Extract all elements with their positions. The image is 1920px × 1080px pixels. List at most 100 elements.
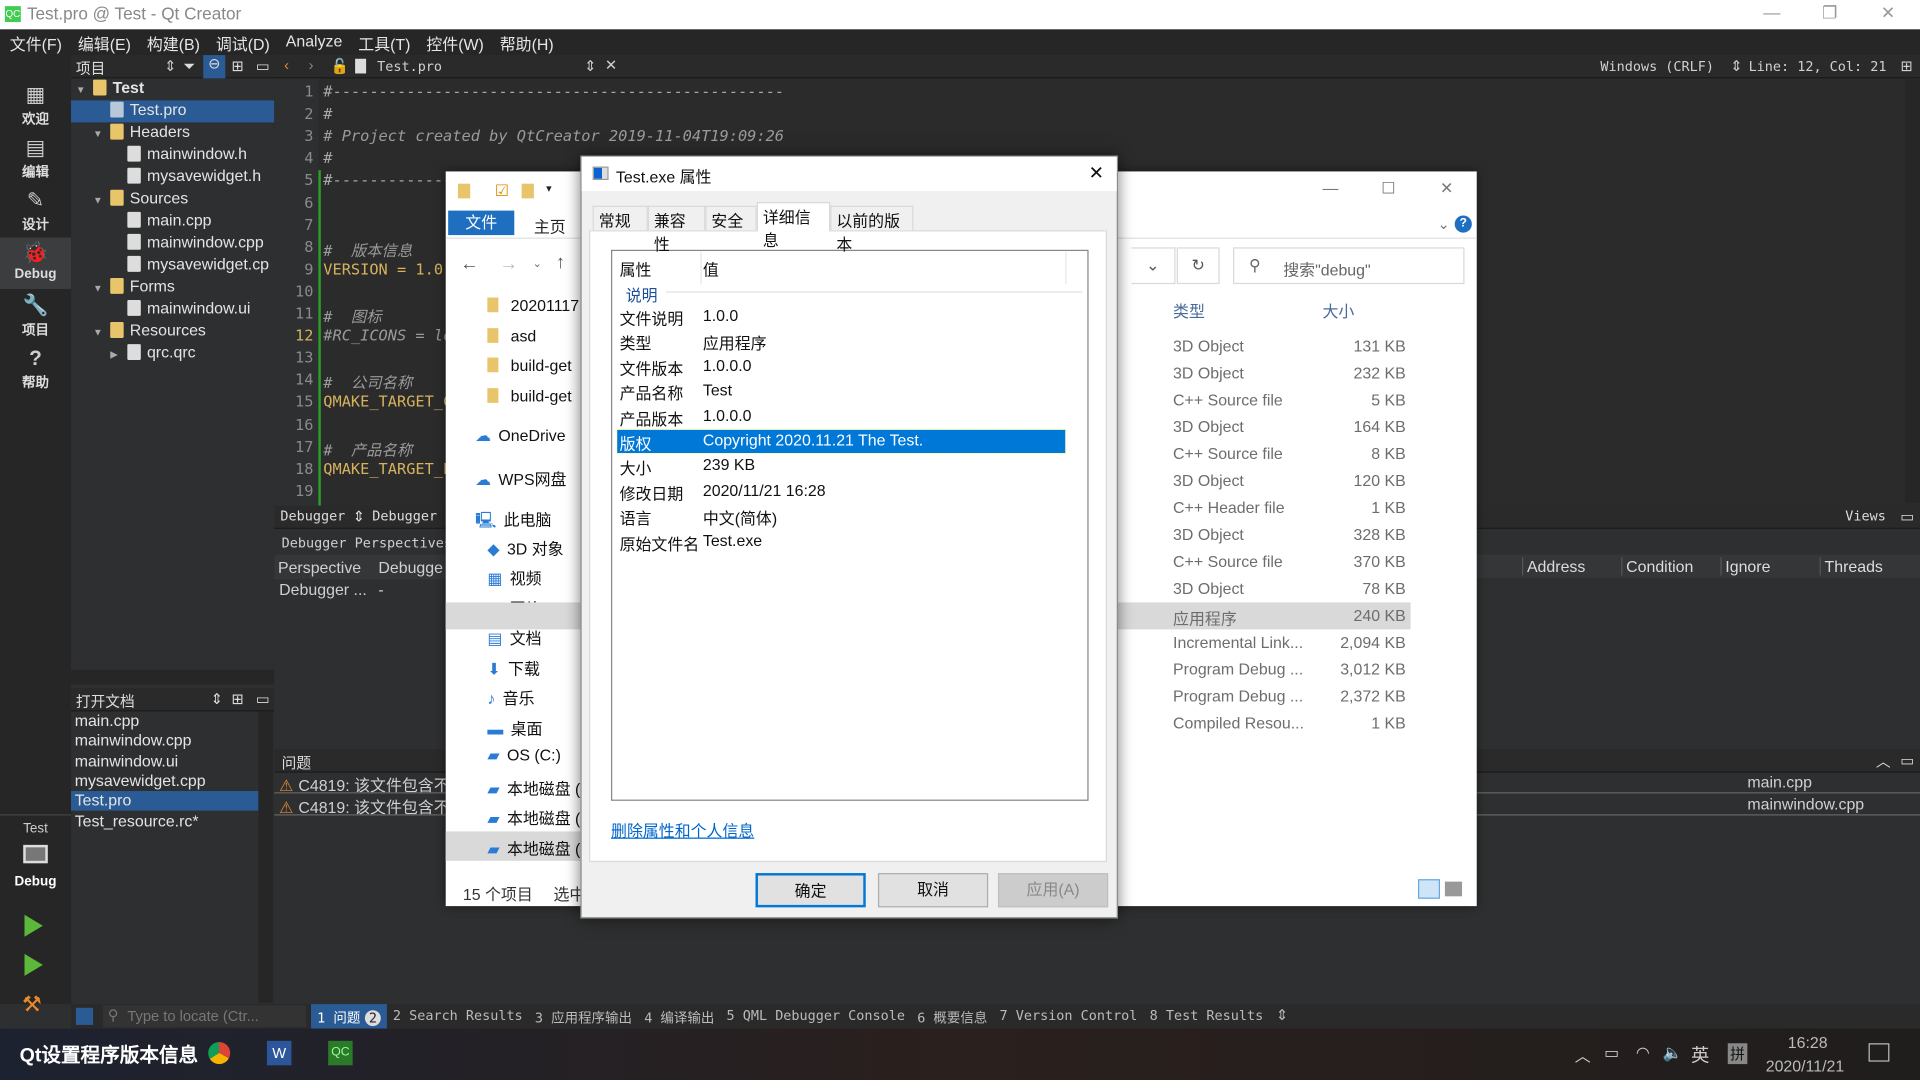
close-pane-icon[interactable]: ▭ bbox=[256, 691, 270, 708]
split-icon[interactable]: ⊞ bbox=[231, 691, 243, 708]
code-line[interactable]: # 公司名称 bbox=[323, 370, 412, 393]
refresh-icon[interactable]: ↻ bbox=[1176, 247, 1220, 285]
lock-icon[interactable]: 🔓 bbox=[331, 58, 349, 75]
kit-config[interactable]: Debug bbox=[0, 874, 71, 889]
column-address[interactable]: Address bbox=[1522, 557, 1585, 576]
close-pane-icon[interactable]: ▭ bbox=[256, 58, 270, 75]
column-size[interactable]: 大小 bbox=[1322, 299, 1354, 322]
tree-item[interactable]: mysavewidget.h bbox=[71, 167, 274, 189]
ribbon-tab-file[interactable]: 文件 bbox=[448, 210, 515, 236]
column-ignore[interactable]: Ignore bbox=[1720, 557, 1770, 576]
toggle-sidebar-button[interactable] bbox=[75, 1007, 94, 1025]
property-row[interactable]: 大小 239 KB bbox=[617, 455, 1065, 478]
close-pane-icon[interactable]: ▭ bbox=[1900, 752, 1914, 769]
horizontal-scrollbar[interactable] bbox=[71, 669, 275, 685]
line-ending-selector[interactable]: Windows (CRLF) bbox=[1600, 59, 1714, 75]
expanded-arrow-icon[interactable]: ▼ bbox=[93, 129, 110, 140]
output-tab[interactable]: 2 Search Results bbox=[387, 1004, 529, 1028]
split-icon[interactable]: ⊞ bbox=[1900, 58, 1912, 75]
large-icons-view-button[interactable] bbox=[1444, 881, 1463, 897]
collapsed-arrow-icon[interactable]: ▶ bbox=[110, 349, 127, 360]
tree-item[interactable]: ▼ Test bbox=[71, 78, 274, 100]
debugger-selector[interactable]: Debugger bbox=[280, 508, 345, 524]
debug-run-icon[interactable] bbox=[24, 953, 43, 976]
help-icon[interactable]: ? bbox=[1454, 215, 1472, 233]
open-document-item[interactable]: main.cpp bbox=[71, 711, 258, 731]
code-line[interactable]: QMAKE_TARGET_C bbox=[323, 392, 452, 410]
back-icon[interactable]: ← bbox=[460, 253, 478, 274]
address-dropdown-icon[interactable]: ⌄ bbox=[1131, 247, 1176, 285]
column-threads[interactable]: Threads bbox=[1819, 557, 1883, 576]
clock-time[interactable]: 16:28 bbox=[1788, 1033, 1828, 1051]
open-document-item[interactable]: Test_resource.rc* bbox=[71, 811, 258, 831]
nav-item[interactable]: ▰ 本地磁盘 ( bbox=[487, 776, 580, 799]
properties-icon[interactable]: ☑ bbox=[495, 181, 509, 201]
build-hammer-icon[interactable]: ⚒ bbox=[22, 992, 42, 1018]
tree-item[interactable]: Test.pro bbox=[71, 100, 275, 123]
close-button[interactable]: ✕ bbox=[1881, 2, 1895, 23]
clock-date[interactable]: 2020/11/21 bbox=[1766, 1057, 1845, 1075]
column-value[interactable]: 值 bbox=[703, 257, 719, 280]
output-tab[interactable]: 7 Version Control bbox=[993, 1004, 1143, 1028]
code-line[interactable]: # bbox=[323, 104, 332, 122]
expanded-arrow-icon[interactable]: ▼ bbox=[76, 84, 93, 95]
expanded-arrow-icon[interactable]: ▼ bbox=[93, 327, 110, 338]
details-view-button[interactable] bbox=[1417, 879, 1441, 899]
menu-item[interactable]: 构建(B) bbox=[137, 29, 206, 55]
updown-icon[interactable]: ⇕ bbox=[164, 58, 176, 75]
open-document-item[interactable]: mysavewidget.cpp bbox=[71, 771, 258, 791]
minimize-button[interactable]: — bbox=[1322, 179, 1338, 197]
output-tab[interactable]: 4 编译输出 bbox=[638, 1004, 720, 1028]
notification-icon[interactable] bbox=[1868, 1043, 1890, 1062]
word-icon[interactable]: W bbox=[266, 1040, 292, 1066]
forward-icon[interactable]: › bbox=[309, 56, 314, 73]
quick-access-dropdown-icon[interactable]: ▾ bbox=[546, 182, 552, 195]
ribbon-tab-home[interactable]: 主页 bbox=[534, 214, 566, 237]
expanded-arrow-icon[interactable]: ▼ bbox=[93, 195, 110, 206]
code-line[interactable]: # 产品名称 bbox=[323, 437, 412, 460]
close-button[interactable]: ✕ bbox=[1089, 162, 1104, 184]
menu-item[interactable]: 编辑(E) bbox=[68, 29, 137, 55]
forward-icon[interactable]: → bbox=[500, 253, 518, 274]
column-property[interactable]: 属性 bbox=[620, 257, 652, 280]
up-icon[interactable]: ↑ bbox=[556, 252, 565, 273]
new-folder-icon[interactable] bbox=[521, 183, 534, 199]
property-row[interactable]: 文件说明 1.0.0 bbox=[617, 305, 1065, 328]
tab-0[interactable]: 常规 bbox=[592, 205, 648, 231]
remove-properties-link[interactable]: 删除属性和个人信息 bbox=[611, 818, 754, 841]
stack-file[interactable]: mainwindow.cpp bbox=[1476, 794, 1920, 815]
chevron-up-icon[interactable]: ︿ bbox=[1575, 1043, 1591, 1066]
ok-button[interactable]: 确定 bbox=[755, 873, 866, 908]
property-row[interactable]: 版权 Copyright 2020.11.21 The Test. bbox=[615, 428, 1067, 455]
split-icon[interactable]: ⊞ bbox=[231, 58, 243, 75]
debugger-perspective-selector[interactable]: Debugger P bbox=[372, 508, 453, 524]
menu-item[interactable]: 工具(T) bbox=[348, 29, 416, 55]
code-line[interactable]: #RC_ICONS = lc bbox=[323, 326, 452, 344]
cancel-button[interactable]: 取消 bbox=[877, 873, 989, 908]
perspective-row-name[interactable]: Debugger ... bbox=[279, 580, 367, 598]
tree-item[interactable]: ▼ Forms bbox=[71, 277, 274, 299]
wifi-icon[interactable]: ◠ bbox=[1636, 1043, 1650, 1063]
menu-item[interactable]: 帮助(H) bbox=[490, 29, 560, 55]
menu-item[interactable]: Analyze bbox=[276, 29, 349, 55]
updown-icon[interactable]: ⇕ bbox=[584, 58, 596, 75]
open-document-item[interactable]: mainwindow.cpp bbox=[71, 731, 258, 751]
open-document-item[interactable]: mainwindow.ui bbox=[71, 751, 258, 771]
mode-pen[interactable]: ✎ 设计 bbox=[0, 185, 71, 236]
mode-bug[interactable]: 🐞 Debug bbox=[0, 237, 72, 289]
property-row[interactable]: 类型 应用程序 bbox=[617, 330, 1065, 353]
column-type[interactable]: 类型 bbox=[1173, 299, 1205, 322]
ime-language[interactable]: 英 bbox=[1691, 1042, 1709, 1068]
chrome-icon[interactable] bbox=[208, 1042, 231, 1065]
tree-item[interactable]: mysavewidget.cp bbox=[71, 255, 274, 277]
issue-item[interactable]: ⚠ C4819: 该文件包含不 bbox=[274, 794, 446, 815]
mode-help[interactable]: ? 帮助 bbox=[0, 343, 71, 394]
editor-scrollbar[interactable] bbox=[1905, 79, 1920, 504]
property-row[interactable]: 修改日期 2020/11/21 16:28 bbox=[617, 480, 1065, 503]
output-tab[interactable]: 1 问题 2 bbox=[311, 1004, 387, 1029]
code-line[interactable]: # bbox=[323, 149, 332, 167]
mode-edit[interactable]: ▤ 编辑 bbox=[0, 132, 71, 183]
battery-icon[interactable]: ▭ bbox=[1604, 1043, 1619, 1063]
col-debugger[interactable]: Debugge bbox=[378, 558, 443, 576]
menu-item[interactable]: 调试(D) bbox=[206, 29, 276, 55]
